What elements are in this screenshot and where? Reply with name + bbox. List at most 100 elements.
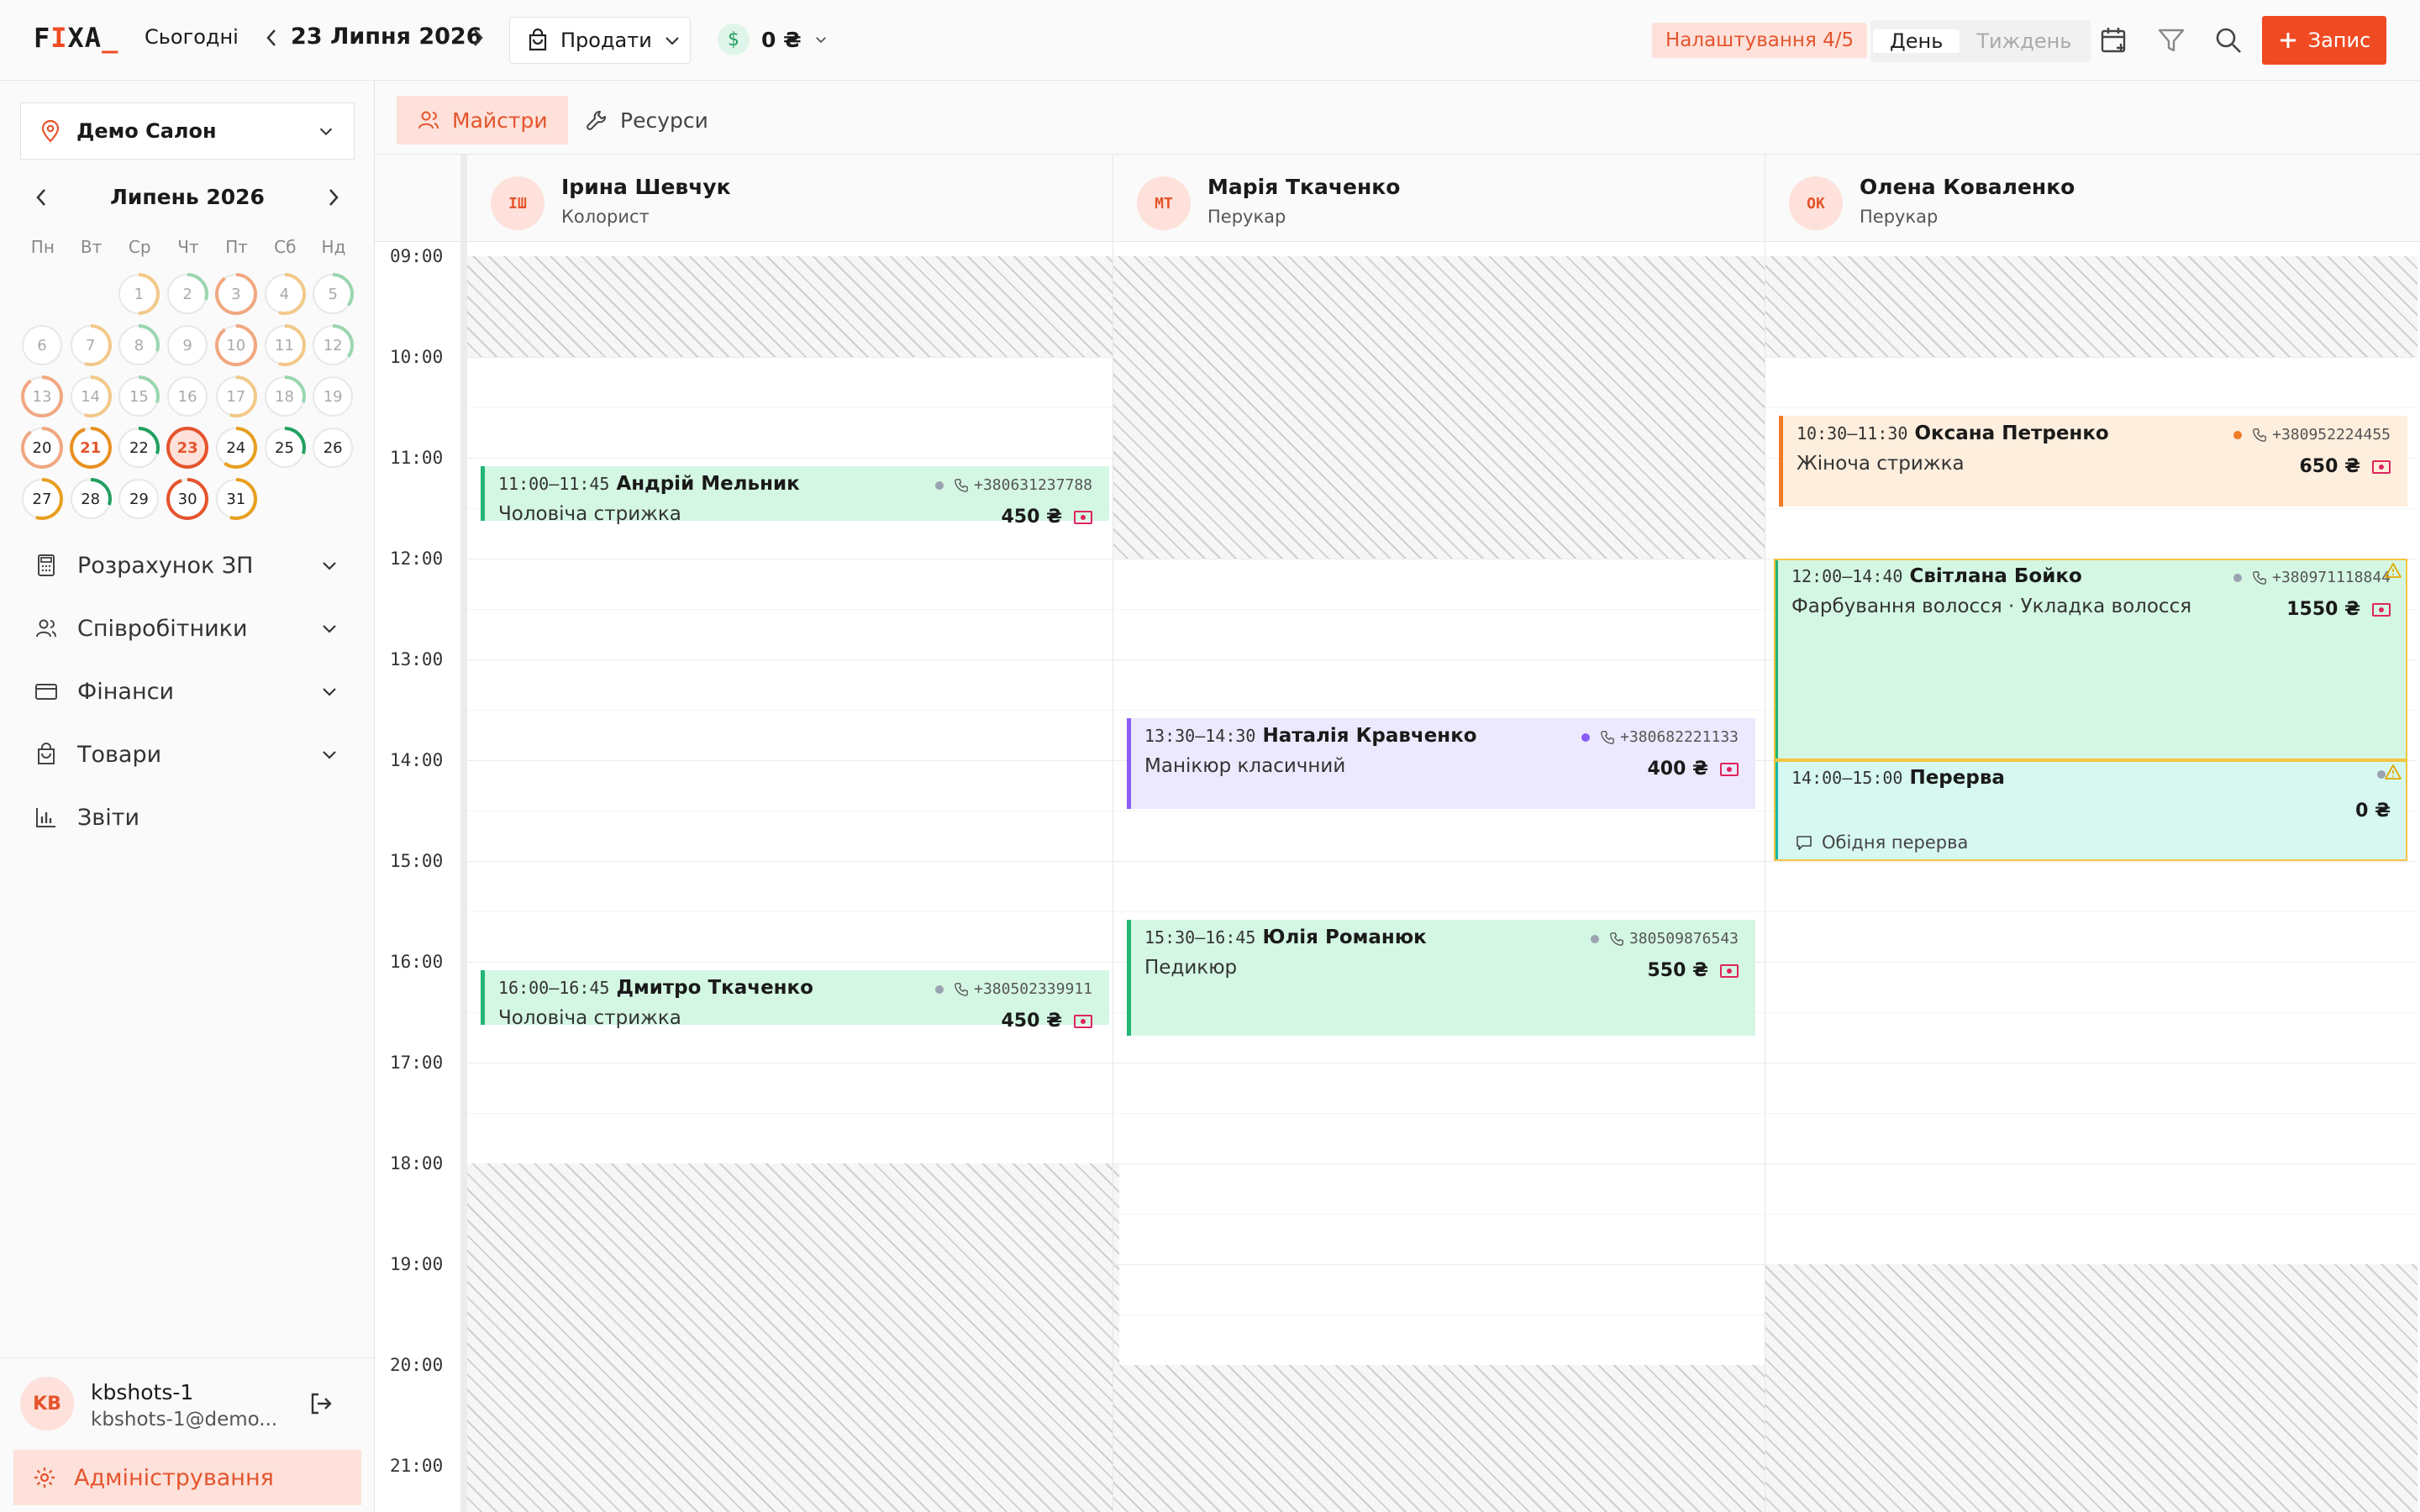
appointment-card[interactable]: 11:00–11:45 Андрій Мельник Чоловіча стрижк… (481, 466, 1109, 528)
time-gridline (1113, 1163, 1765, 1164)
tab-label: Ресурси (620, 108, 708, 133)
hour-label: 10:00 (390, 347, 444, 367)
appointment-price: 400 ₴ (1647, 759, 1709, 780)
staff-column[interactable]: 10:30–11:30 Оксана Петренко Жіноча стрижка… (1765, 242, 2417, 1512)
calendar-day[interactable]: 7 (69, 323, 113, 367)
calendar-day[interactable]: 27 (20, 477, 64, 521)
calendar-day[interactable]: 23 (166, 426, 209, 470)
tab-masters[interactable]: Майстри (397, 96, 568, 144)
appointment-card[interactable]: 13:30–14:30 Наталія Кравченко Манікюр клас… (1127, 718, 1755, 809)
calendar-day[interactable]: 2 (166, 272, 209, 316)
new-appointment-button[interactable]: Запис (2262, 16, 2386, 65)
staff-column[interactable]: 11:00–11:45 Андрій Мельник Чоловіча стрижк… (460, 242, 1119, 1512)
avatar[interactable]: KB (20, 1377, 74, 1431)
calendar-day[interactable]: 19 (311, 375, 355, 418)
appointment-price: 450 ₴ (1001, 507, 1063, 528)
calendar-day[interactable]: 24 (214, 426, 258, 470)
time-gridline (467, 710, 1119, 711)
time-gridline (467, 357, 1119, 358)
logo-letter: I (50, 22, 68, 54)
sell-button[interactable]: Продати (509, 17, 691, 64)
sidebar-item-4[interactable]: Звіти (34, 792, 346, 843)
user-email: kbshots-1@demo... (91, 1409, 278, 1431)
time-gridline (1765, 1012, 2417, 1013)
new-appointment-label: Запис (2307, 29, 2371, 52)
break-card[interactable]: 14:00–15:00 Перерва 0 ₴ Обідня перерва (1774, 760, 2407, 861)
sidebar-item-3[interactable]: Товари (34, 729, 346, 780)
calendar-day[interactable]: 21 (69, 426, 113, 470)
calendar-day[interactable]: 14 (69, 375, 113, 418)
client-phone[interactable]: +380971118844 (2272, 569, 2391, 586)
calendar-day[interactable]: 3 (214, 272, 258, 316)
calendar-day[interactable]: 11 (263, 323, 307, 367)
calendar-day[interactable]: 4 (263, 272, 307, 316)
appointment-card[interactable]: 16:00–16:45 Дмитро Ткаченко Чоловіча стриж… (481, 970, 1109, 1032)
cash-balance[interactable]: $ 0 ₴ (718, 24, 829, 55)
setup-progress-badge[interactable]: Налаштування 4/5 (1652, 23, 1868, 58)
client-phone[interactable]: 380509876543 (1629, 930, 1739, 948)
staff-column[interactable]: 13:30–14:30 Наталія Кравченко Манікюр клас… (1113, 242, 1765, 1512)
prev-day-button[interactable] (262, 25, 281, 50)
calendar-day[interactable]: 12 (311, 323, 355, 367)
client-phone[interactable]: +380502339911 (974, 980, 1092, 998)
client-phone[interactable]: +380682221133 (1620, 728, 1739, 746)
salon-select[interactable]: Демо Салон (20, 102, 355, 160)
sidebar-item-1[interactable]: Співробітники (34, 603, 346, 654)
calendar-day[interactable]: 22 (117, 426, 160, 470)
calendar-day-number: 3 (231, 285, 241, 303)
off-hours-block (1765, 256, 2417, 357)
time-gridline (467, 911, 1119, 912)
calendar-day[interactable]: 6 (20, 323, 64, 367)
filter-icon[interactable] (2156, 25, 2186, 55)
calendar-day[interactable]: 16 (166, 375, 209, 418)
phone-icon (1610, 932, 1623, 946)
calendar-day[interactable]: 15 (117, 375, 160, 418)
calendar-day[interactable]: 26 (311, 426, 355, 470)
client-contact: +380502339911 (935, 980, 1092, 998)
admin-button[interactable]: Адміністрування (13, 1450, 361, 1505)
calendar-day[interactable]: 13 (20, 375, 64, 418)
calendar-add-icon[interactable] (2099, 25, 2129, 55)
next-day-button[interactable] (469, 25, 487, 50)
logo[interactable]: F I X A _ (34, 22, 118, 54)
view-day-button[interactable]: День (1873, 29, 1960, 53)
staff-column-header[interactable]: МТ Марія Ткаченко Перукар (1113, 155, 1765, 242)
calendar-day[interactable]: 25 (263, 426, 307, 470)
appointment-card[interactable]: 12:00–14:40 Світлана Бойко Фарбування воло… (1774, 559, 2407, 760)
view-week-button[interactable]: Тиждень (1960, 29, 2088, 53)
calendar-day[interactable]: 17 (214, 375, 258, 418)
today-button[interactable]: Сьогодні (145, 25, 239, 49)
appointment-card[interactable]: 15:30–16:45 Юлія Романюк Педикюр 3805098765… (1127, 920, 1755, 1036)
appointment-card[interactable]: 10:30–11:30 Оксана Петренко Жіноча стрижка… (1779, 416, 2407, 507)
staff-column-header[interactable]: ІШ Ірина Шевчук Колорист (460, 155, 1113, 242)
client-name: Світлана Бойко (1909, 565, 2082, 587)
calendar-day[interactable]: 29 (117, 477, 160, 521)
search-icon[interactable] (2213, 25, 2244, 55)
calendar-day-number: 31 (226, 490, 246, 508)
calendar-day[interactable]: 30 (166, 477, 209, 521)
staff-column-header[interactable]: ОК Олена Коваленко Перукар (1765, 155, 2417, 242)
calendar-day[interactable]: 10 (214, 323, 258, 367)
calendar-day[interactable]: 8 (117, 323, 160, 367)
calendar-day[interactable]: 5 (311, 272, 355, 316)
chevron-right-icon[interactable] (324, 185, 343, 210)
calendar-day[interactable]: 18 (263, 375, 307, 418)
calendar-day[interactable]: 9 (166, 323, 209, 367)
calendar-day[interactable]: 28 (69, 477, 113, 521)
logout-icon[interactable] (308, 1390, 334, 1417)
chevron-left-icon[interactable] (32, 185, 50, 210)
tab-resources[interactable]: Ресурси (565, 96, 729, 144)
client-phone[interactable]: +380631237788 (974, 476, 1092, 494)
calendar-day-number: 25 (275, 438, 294, 457)
sidebar-item-0[interactable]: Розрахунок ЗП (34, 540, 346, 591)
calendar-day-number: 17 (226, 387, 246, 406)
dollar-icon: $ (718, 24, 750, 55)
calendar-day[interactable]: 1 (117, 272, 160, 316)
calendar-day[interactable]: 20 (20, 426, 64, 470)
appointment-price-row: 650 ₴ (2300, 456, 2391, 477)
calendar-day[interactable]: 31 (214, 477, 258, 521)
calendar-day-number: 29 (129, 490, 149, 508)
client-phone[interactable]: +380952224455 (2272, 426, 2391, 444)
sidebar-item-2[interactable]: Фінанси (34, 666, 346, 717)
status-dot (2233, 573, 2243, 582)
